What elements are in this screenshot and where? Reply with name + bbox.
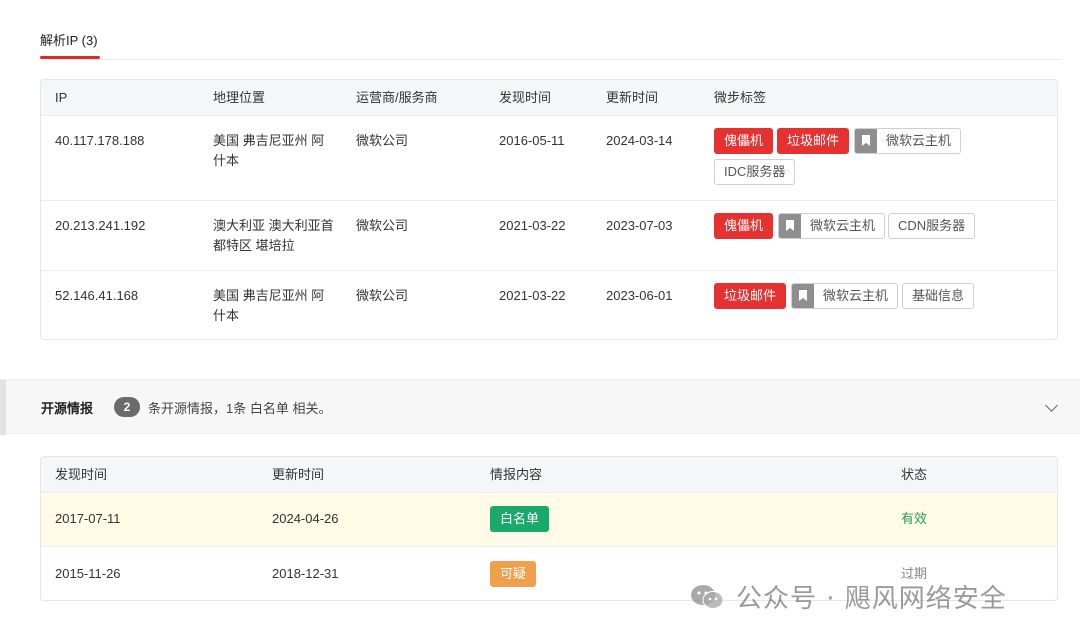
chevron-down-icon[interactable] — [1045, 399, 1058, 412]
tag-idc[interactable]: IDC服务器 — [714, 159, 796, 185]
found-date: 2021-03-22 — [499, 218, 566, 233]
wechat-icon — [691, 585, 724, 609]
col-header-updated: 更新时间 — [606, 90, 659, 105]
table-row: 40.117.178.188 美国 弗吉尼亚州 阿什本 微软公司 2016-05… — [41, 116, 1057, 201]
updated-date: 2023-06-01 — [606, 288, 673, 303]
found-date: 2017-07-11 — [55, 511, 121, 526]
isp: 微软公司 — [356, 288, 409, 303]
section-title: 开源情报 — [41, 401, 94, 416]
bookmark-icon — [779, 214, 801, 238]
updated-date: 2023-07-03 — [606, 218, 673, 233]
intel-section-header[interactable]: 开源情报 2 条开源情报，1条 白名单 相关。 — [0, 379, 1080, 435]
intel-count-badge: 2 — [114, 397, 140, 417]
whitelist-badge[interactable]: 白名单 — [490, 506, 550, 532]
table-header: 发现时间 更新时间 情报内容 状态 — [41, 457, 1057, 493]
updated-date: 2024-03-14 — [606, 133, 673, 148]
col-header-found: 发现时间 — [499, 90, 552, 105]
tag-ms-cloud[interactable]: 微软云主机 — [778, 213, 886, 239]
col-header-ip: IP — [55, 90, 68, 105]
table-row: 52.146.41.168 美国 弗吉尼亚州 阿什本 微软公司 2021-03-… — [41, 271, 1057, 339]
col-header-status: 状态 — [901, 467, 928, 482]
tag-basic-info[interactable]: 基础信息 — [902, 283, 975, 309]
bookmark-icon — [792, 284, 814, 308]
isp: 微软公司 — [356, 133, 409, 148]
col-header-tags: 微步标签 — [714, 90, 767, 105]
updated-date: 2024-04-26 — [272, 511, 339, 526]
tag-spam[interactable]: 垃圾邮件 — [714, 283, 787, 309]
table-header: IP 地理位置 运营商/服务商 发现时间 更新时间 微步标签 — [41, 80, 1057, 116]
tab-divider — [40, 59, 1060, 60]
bookmark-icon — [855, 129, 877, 153]
geo-location: 澳大利亚 澳大利亚首都特区 堪培拉 — [213, 218, 334, 253]
tag-ms-cloud[interactable]: 微软云主机 — [854, 128, 962, 154]
col-header-updated: 更新时间 — [272, 467, 325, 482]
table-row: 2017-07-11 2024-04-26 白名单 有效 — [41, 493, 1057, 547]
tag-label: 微软云主机 — [823, 288, 889, 303]
tag-zombie[interactable]: 傀儡机 — [714, 128, 774, 154]
ip-table: IP 地理位置 运营商/服务商 发现时间 更新时间 微步标签 40.117.17… — [40, 79, 1058, 340]
watermark-text: 公众号 · 飓风网络安全 — [736, 584, 1007, 614]
ip-address[interactable]: 20.213.241.192 — [55, 216, 145, 236]
col-header-isp: 运营商/服务商 — [356, 90, 438, 105]
tag-cdn[interactable]: CDN服务器 — [888, 213, 976, 239]
tag-ms-cloud[interactable]: 微软云主机 — [791, 283, 899, 309]
tag-label: 微软云主机 — [810, 218, 876, 233]
geo-location: 美国 弗吉尼亚州 阿什本 — [213, 133, 325, 168]
table-row: 20.213.241.192 澳大利亚 澳大利亚首都特区 堪培拉 微软公司 20… — [41, 201, 1057, 271]
found-date: 2016-05-11 — [499, 133, 565, 148]
col-header-found: 发现时间 — [55, 467, 108, 482]
col-header-content: 情报内容 — [490, 467, 543, 482]
tag-label: 微软云主机 — [886, 133, 952, 148]
ip-address[interactable]: 52.146.41.168 — [55, 286, 138, 306]
col-header-geo: 地理位置 — [213, 90, 266, 105]
ip-address[interactable]: 40.117.178.188 — [55, 131, 144, 151]
status-badge: 有效 — [901, 511, 928, 526]
found-date: 2015-11-26 — [55, 566, 121, 581]
updated-date: 2018-12-31 — [272, 566, 339, 581]
intel-summary: 条开源情报，1条 白名单 相关。 — [148, 401, 332, 416]
geo-location: 美国 弗吉尼亚州 阿什本 — [213, 288, 325, 323]
found-date: 2021-03-22 — [499, 288, 566, 303]
section-accent — [0, 380, 6, 435]
tag-zombie[interactable]: 傀儡机 — [714, 213, 774, 239]
suspicious-badge[interactable]: 可疑 — [490, 561, 537, 587]
tag-spam[interactable]: 垃圾邮件 — [777, 128, 850, 154]
isp: 微软公司 — [356, 218, 409, 233]
